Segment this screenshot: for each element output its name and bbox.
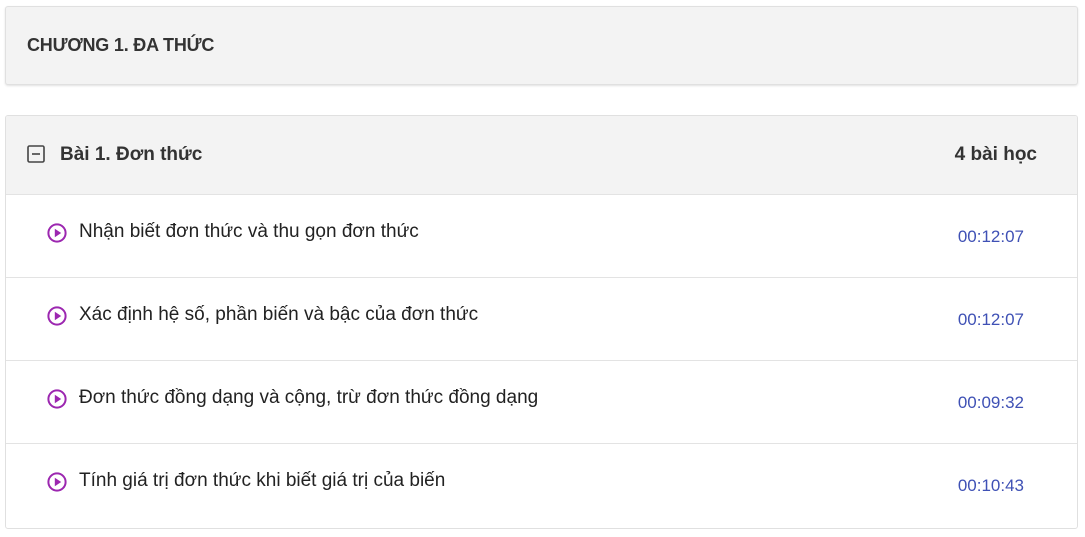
lesson-item-duration: 00:10:43 bbox=[957, 476, 1024, 495]
lesson-item-title[interactable]: Tính giá trị đơn thức khi biết giá trị c… bbox=[79, 470, 445, 492]
lesson-item-duration: 00:12:07 bbox=[957, 227, 1024, 246]
lesson-item-duration: 00:12:07 bbox=[957, 310, 1024, 329]
lesson-item-duration: 00:09:32 bbox=[957, 393, 1024, 412]
lesson-title: Bài 1. Đơn thức bbox=[60, 144, 203, 165]
play-circle-icon bbox=[47, 472, 67, 492]
chapter-title: CHƯƠNG 1. ĐA THỨC bbox=[27, 35, 215, 55]
lesson-item[interactable]: Đơn thức đồng dạng và cộng, trừ đơn thức… bbox=[6, 361, 1077, 444]
lesson-item-title[interactable]: Nhận biết đơn thức và thu gọn đơn thức bbox=[79, 221, 419, 243]
minus-square-icon[interactable] bbox=[27, 145, 45, 163]
lesson-item[interactable]: Xác định hệ số, phần biến và bậc của đơn… bbox=[6, 278, 1077, 361]
play-circle-icon bbox=[47, 223, 67, 243]
lesson-item[interactable]: Tính giá trị đơn thức khi biết giá trị c… bbox=[6, 444, 1077, 527]
chapter-header[interactable]: CHƯƠNG 1. ĐA THỨC bbox=[5, 6, 1078, 85]
play-circle-icon bbox=[47, 306, 67, 326]
lesson-item[interactable]: Nhận biết đơn thức và thu gọn đơn thức 0… bbox=[6, 195, 1077, 278]
lesson-item-title[interactable]: Đơn thức đồng dạng và cộng, trừ đơn thức… bbox=[79, 387, 538, 409]
lesson-item-title[interactable]: Xác định hệ số, phần biến và bậc của đơn… bbox=[79, 304, 478, 326]
lesson-header[interactable]: Bài 1. Đơn thức 4 bài học bbox=[6, 116, 1077, 195]
lesson-count: 4 bài học bbox=[954, 144, 1037, 165]
play-circle-icon bbox=[47, 389, 67, 409]
lesson-panel: Bài 1. Đơn thức 4 bài học Nhận biết đơn … bbox=[5, 115, 1078, 529]
